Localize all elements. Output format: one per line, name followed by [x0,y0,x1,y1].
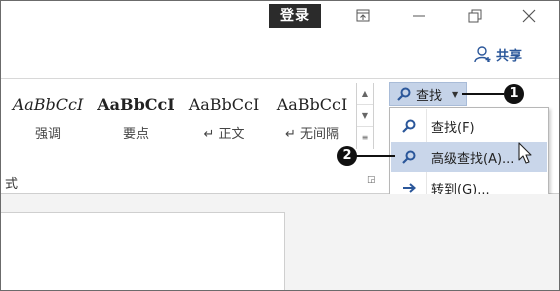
person-add-icon [474,46,491,63]
callout-number-1: 1 [504,84,524,104]
find-button-label: 查找 [416,88,443,104]
ribbon-display-options-button[interactable] [349,5,377,27]
menu-item-label: 查找(F) [431,120,475,136]
callout-number-2: 2 [337,146,357,166]
styles-dialog-launcher-icon[interactable]: ◲ [367,175,376,185]
callout-leader-line [355,155,395,157]
style-sample: AaBbCcI [276,95,348,114]
style-name: ↵ 无间隔 [284,127,340,142]
login-button[interactable]: 登录 [269,4,321,28]
styles-group-label: 式 [5,177,19,192]
chevron-up-icon: ▲ [361,89,369,98]
document-page[interactable] [1,212,285,290]
style-sample: AaBbCcI [12,95,84,114]
gallery-down-button[interactable]: ▼ [357,105,373,127]
chevron-down-icon: ▼ [452,89,459,99]
menu-item-find[interactable]: 查找(F) [391,111,547,141]
expand-gallery-icon: ≡ [361,133,369,142]
minimize-button[interactable] [405,5,433,27]
find-button[interactable]: 查找 ▼ [389,82,467,106]
gallery-more-button[interactable]: ≡ [357,127,373,149]
ribbon-display-options-icon [356,9,370,22]
style-no-spacing[interactable]: AaBbCcI ↵ 无间隔 [269,95,355,145]
search-icon [402,119,416,133]
chevron-down-icon: ▼ [361,111,369,120]
style-sample: AaBbCcI [188,95,260,114]
style-emphasis[interactable]: AaBbCcI 强调 [5,95,91,145]
search-icon [402,150,416,164]
restore-icon [468,9,482,23]
style-sample: AaBbCcI [97,95,175,114]
style-name: 要点 [122,127,149,142]
gallery-up-button[interactable]: ▲ [357,83,373,105]
title-bar: 登录 [1,1,559,31]
style-name: 强调 [34,127,61,142]
menu-item-label: 高级查找(A)... [431,151,515,167]
close-button[interactable] [515,5,543,27]
share-button[interactable]: 共享 [474,44,522,64]
mouse-pointer-icon [518,142,532,164]
callout-leader-line [462,93,504,95]
share-label: 共享 [496,48,523,64]
style-normal[interactable]: AaBbCcI ↵ 正文 [181,95,267,145]
close-icon [522,9,536,23]
restore-button[interactable] [461,5,489,27]
style-name: ↵ 正文 [203,127,245,142]
minimize-icon [413,15,425,17]
style-strong[interactable]: AaBbCcI 要点 [93,95,179,145]
search-icon [397,87,411,101]
styles-gallery-scroll: ▲ ▼ ≡ [356,83,374,149]
